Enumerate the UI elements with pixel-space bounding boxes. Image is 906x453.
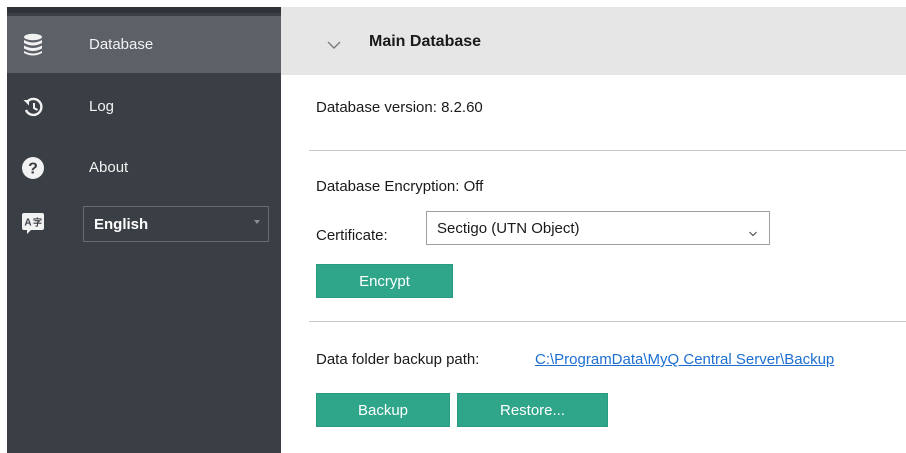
sidebar-item-about[interactable]: ? About [7,139,281,196]
help-icon: ? [21,156,45,180]
database-version-text: Database version: 8.2.60 [316,99,483,116]
section-header[interactable]: Main Database [281,7,906,75]
restore-button[interactable]: Restore... [457,393,608,427]
encrypt-button[interactable]: Encrypt [316,264,453,298]
certificate-label: Certificate: [316,227,388,244]
divider [309,321,906,322]
sidebar-top-strip [7,7,281,13]
svg-text:A: A [24,218,31,229]
sidebar: Database Log ? About A 字 English [7,7,281,453]
backup-path-label: Data folder backup path: [316,351,480,368]
translate-icon: A 字 [21,211,45,235]
divider [309,150,906,151]
certificate-select[interactable]: Sectigo (UTN Object) [426,211,770,245]
database-icon [21,33,45,57]
encrypt-button-label: Encrypt [359,272,410,290]
svg-text:?: ? [28,160,38,177]
restore-button-label: Restore... [499,401,566,419]
language-select[interactable]: English [83,206,269,242]
encryption-status-text: Database Encryption: Off [316,178,484,195]
backup-path-link[interactable]: C:\ProgramData\MyQ Central Server\Backup [535,351,834,368]
history-icon [21,95,45,119]
sidebar-item-label: Database [89,36,154,53]
language-select-value: English [94,215,149,233]
caret-down-icon [254,220,260,224]
sidebar-item-log[interactable]: Log [7,78,281,135]
sidebar-item-label: Log [89,98,115,115]
chevron-down-icon[interactable] [327,37,341,49]
svg-text:字: 字 [33,217,42,229]
chevron-down-icon [749,224,757,237]
certificate-select-value: Sectigo (UTN Object) [437,219,580,237]
sidebar-item-label: About [89,159,129,176]
backup-button[interactable]: Backup [316,393,450,427]
section-title: Main Database [369,33,482,50]
backup-button-label: Backup [357,401,409,419]
sidebar-item-database[interactable]: Database [7,16,281,73]
